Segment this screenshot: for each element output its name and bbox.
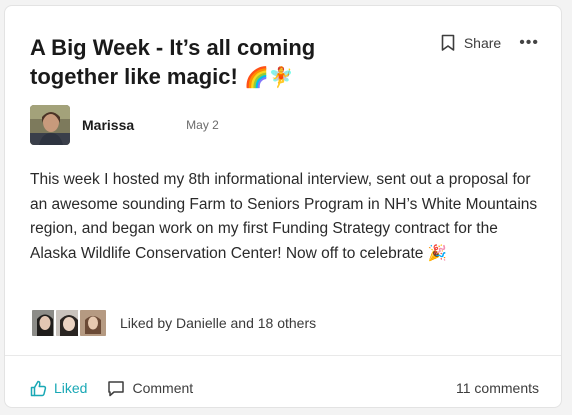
post-date: May 2 — [186, 118, 219, 132]
post-title: A Big Week - It’s all coming together li… — [30, 33, 360, 93]
post-title-emoji: 🌈🧚 — [243, 67, 294, 89]
like-label[interactable]: Liked — [54, 380, 87, 396]
thumbs-up-icon[interactable] — [30, 380, 47, 397]
share-button[interactable]: Share — [441, 34, 501, 52]
post-body: This week I hosted my 8th informational … — [30, 171, 538, 262]
like-button[interactable]: Liked — [30, 380, 87, 397]
bookmark-icon[interactable] — [441, 34, 455, 52]
comment-label[interactable]: Comment — [132, 380, 193, 396]
likers-row[interactable]: Liked by Danielle and 18 others — [30, 308, 316, 338]
comment-icon[interactable] — [107, 380, 125, 397]
more-options-icon[interactable]: ••• — [519, 35, 539, 51]
liked-by-text[interactable]: Liked by Danielle and 18 others — [120, 315, 316, 331]
header-actions: Share ••• — [441, 34, 539, 52]
avatar[interactable] — [30, 105, 70, 145]
comments-count[interactable]: 11 comments — [456, 380, 539, 396]
comment-button[interactable]: Comment — [107, 380, 193, 397]
post-card: A Big Week - It’s all coming together li… — [4, 5, 562, 408]
liker-avatars[interactable] — [30, 308, 108, 338]
post-footer: Liked Comment 11 comments — [30, 370, 539, 406]
author-row: Marissa May 2 — [30, 105, 219, 145]
author-name[interactable]: Marissa — [82, 117, 134, 133]
footer-divider — [5, 355, 561, 356]
share-label[interactable]: Share — [464, 35, 501, 51]
liker-avatar[interactable] — [78, 308, 108, 338]
